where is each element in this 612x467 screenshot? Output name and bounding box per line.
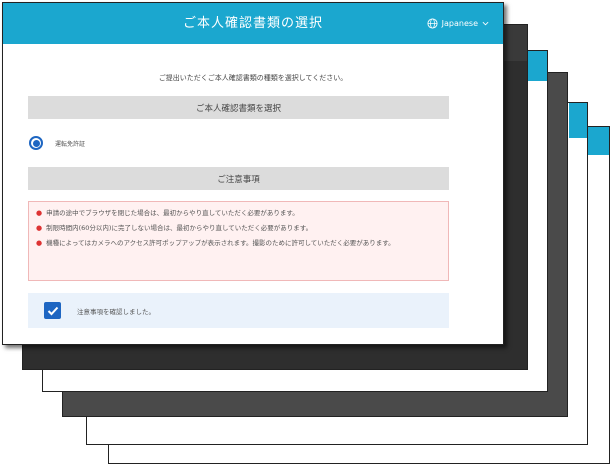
confirm-checkbox-row[interactable]: 注意事項を確認しました。 [28, 293, 449, 328]
notice-text: 機種によってはカメラへのアクセス許可ポップアップが表示されます。撮影のために許可… [46, 239, 395, 247]
document-section-title: ご本人確認書類を選択 [28, 96, 449, 119]
globe-icon [427, 18, 438, 29]
stacked-sheet-5-header [585, 127, 609, 155]
stacked-sheet-4-header [569, 103, 587, 138]
document-option-label: 運転免許証 [55, 140, 86, 148]
dialog-header: ご本人確認書類の選択 Japanese [3, 3, 503, 44]
language-selector[interactable]: Japanese [427, 3, 489, 44]
list-item: ● 機種によってはカメラへのアクセス許可ポップアップが表示されます。撮影のために… [36, 239, 438, 248]
language-label: Japanese [441, 19, 478, 28]
radio-button[interactable] [29, 136, 43, 150]
instruction-text: ご提出いただくご本人確認書類の種類を選択してください。 [158, 74, 348, 82]
notice-box: ● 申請の途中でブラウザを閉じた場合は、最初からやり直していただく必要があります… [28, 201, 449, 281]
chevron-down-icon [482, 21, 489, 26]
notice-text: 制限時間内(60分以内)に完了しない場合は、最初からやり直していただく必要があり… [46, 224, 313, 232]
confirm-checkbox[interactable] [44, 302, 61, 319]
bullet-icon: ● [36, 209, 43, 217]
document-option-drivers-license[interactable]: 運転免許証 [29, 134, 85, 152]
bullet-icon: ● [36, 224, 43, 232]
id-document-selection-dialog: ご本人確認書類の選択 Japanese ご提出いただくご本人確認書類の種類を選択… [2, 2, 504, 345]
notice-section-title: ご注意事項 [28, 167, 449, 190]
list-item: ● 制限時間内(60分以内)に完了しない場合は、最初からやり直していただく必要が… [36, 224, 438, 233]
confirm-label: 注意事項を確認しました。 [77, 307, 155, 316]
radio-selected-dot [32, 139, 40, 147]
checkmark-icon [47, 306, 58, 315]
list-item: ● 申請の途中でブラウザを閉じた場合は、最初からやり直していただく必要があります… [36, 209, 438, 218]
notice-text: 申請の途中でブラウザを閉じた場合は、最初からやり直していただく必要があります。 [46, 209, 299, 217]
bullet-icon: ● [36, 239, 43, 247]
stacked-sheet-2-header [525, 51, 547, 81]
